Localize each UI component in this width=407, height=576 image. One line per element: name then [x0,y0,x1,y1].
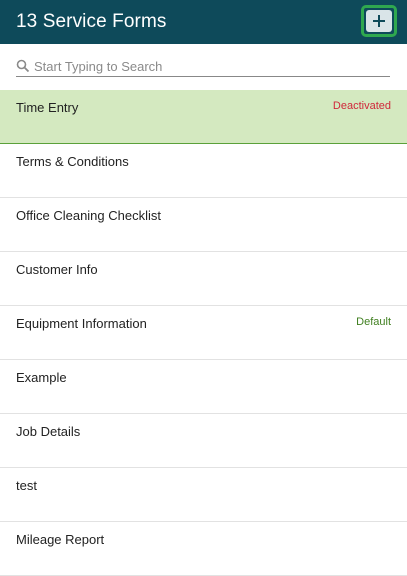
status-badge: Default [356,316,391,328]
list-item[interactable]: Customer Info [0,252,407,306]
plus-icon [373,15,385,27]
search-icon [16,59,30,73]
status-badge: Deactivated [332,100,391,112]
list-item[interactable]: Office Cleaning Checklist [0,198,407,252]
list-item[interactable]: Example [0,360,407,414]
form-name: Time Entry [16,100,79,115]
form-name: Office Cleaning Checklist [16,208,161,223]
add-form-button[interactable] [361,5,397,37]
search-box [16,56,390,77]
list-item[interactable]: Terms & Conditions [0,144,407,198]
form-name: Example [16,370,67,385]
form-name: Mileage Report [16,532,105,547]
form-name: Equipment Information [16,316,147,331]
list-item[interactable]: Mileage Report [0,522,407,576]
page-title: 13 Service Forms [16,11,167,32]
service-form-list: Time Entry Deactivated Terms & Conditions O… [0,90,407,576]
form-name: test [16,478,37,493]
form-name: Terms & Conditions [16,154,129,169]
header-bar: 13 Service Forms [0,0,407,44]
add-button-face[interactable] [366,10,392,32]
list-item[interactable]: test [0,468,407,522]
list-item[interactable]: Time Entry Deactivated [0,90,407,144]
list-item[interactable]: Job Details [0,414,407,468]
form-name: Job Details [16,424,81,439]
search-bar [0,44,407,90]
list-item[interactable]: Equipment Information Default [0,306,407,360]
form-name: Customer Info [16,262,98,277]
search-input[interactable] [34,58,374,74]
